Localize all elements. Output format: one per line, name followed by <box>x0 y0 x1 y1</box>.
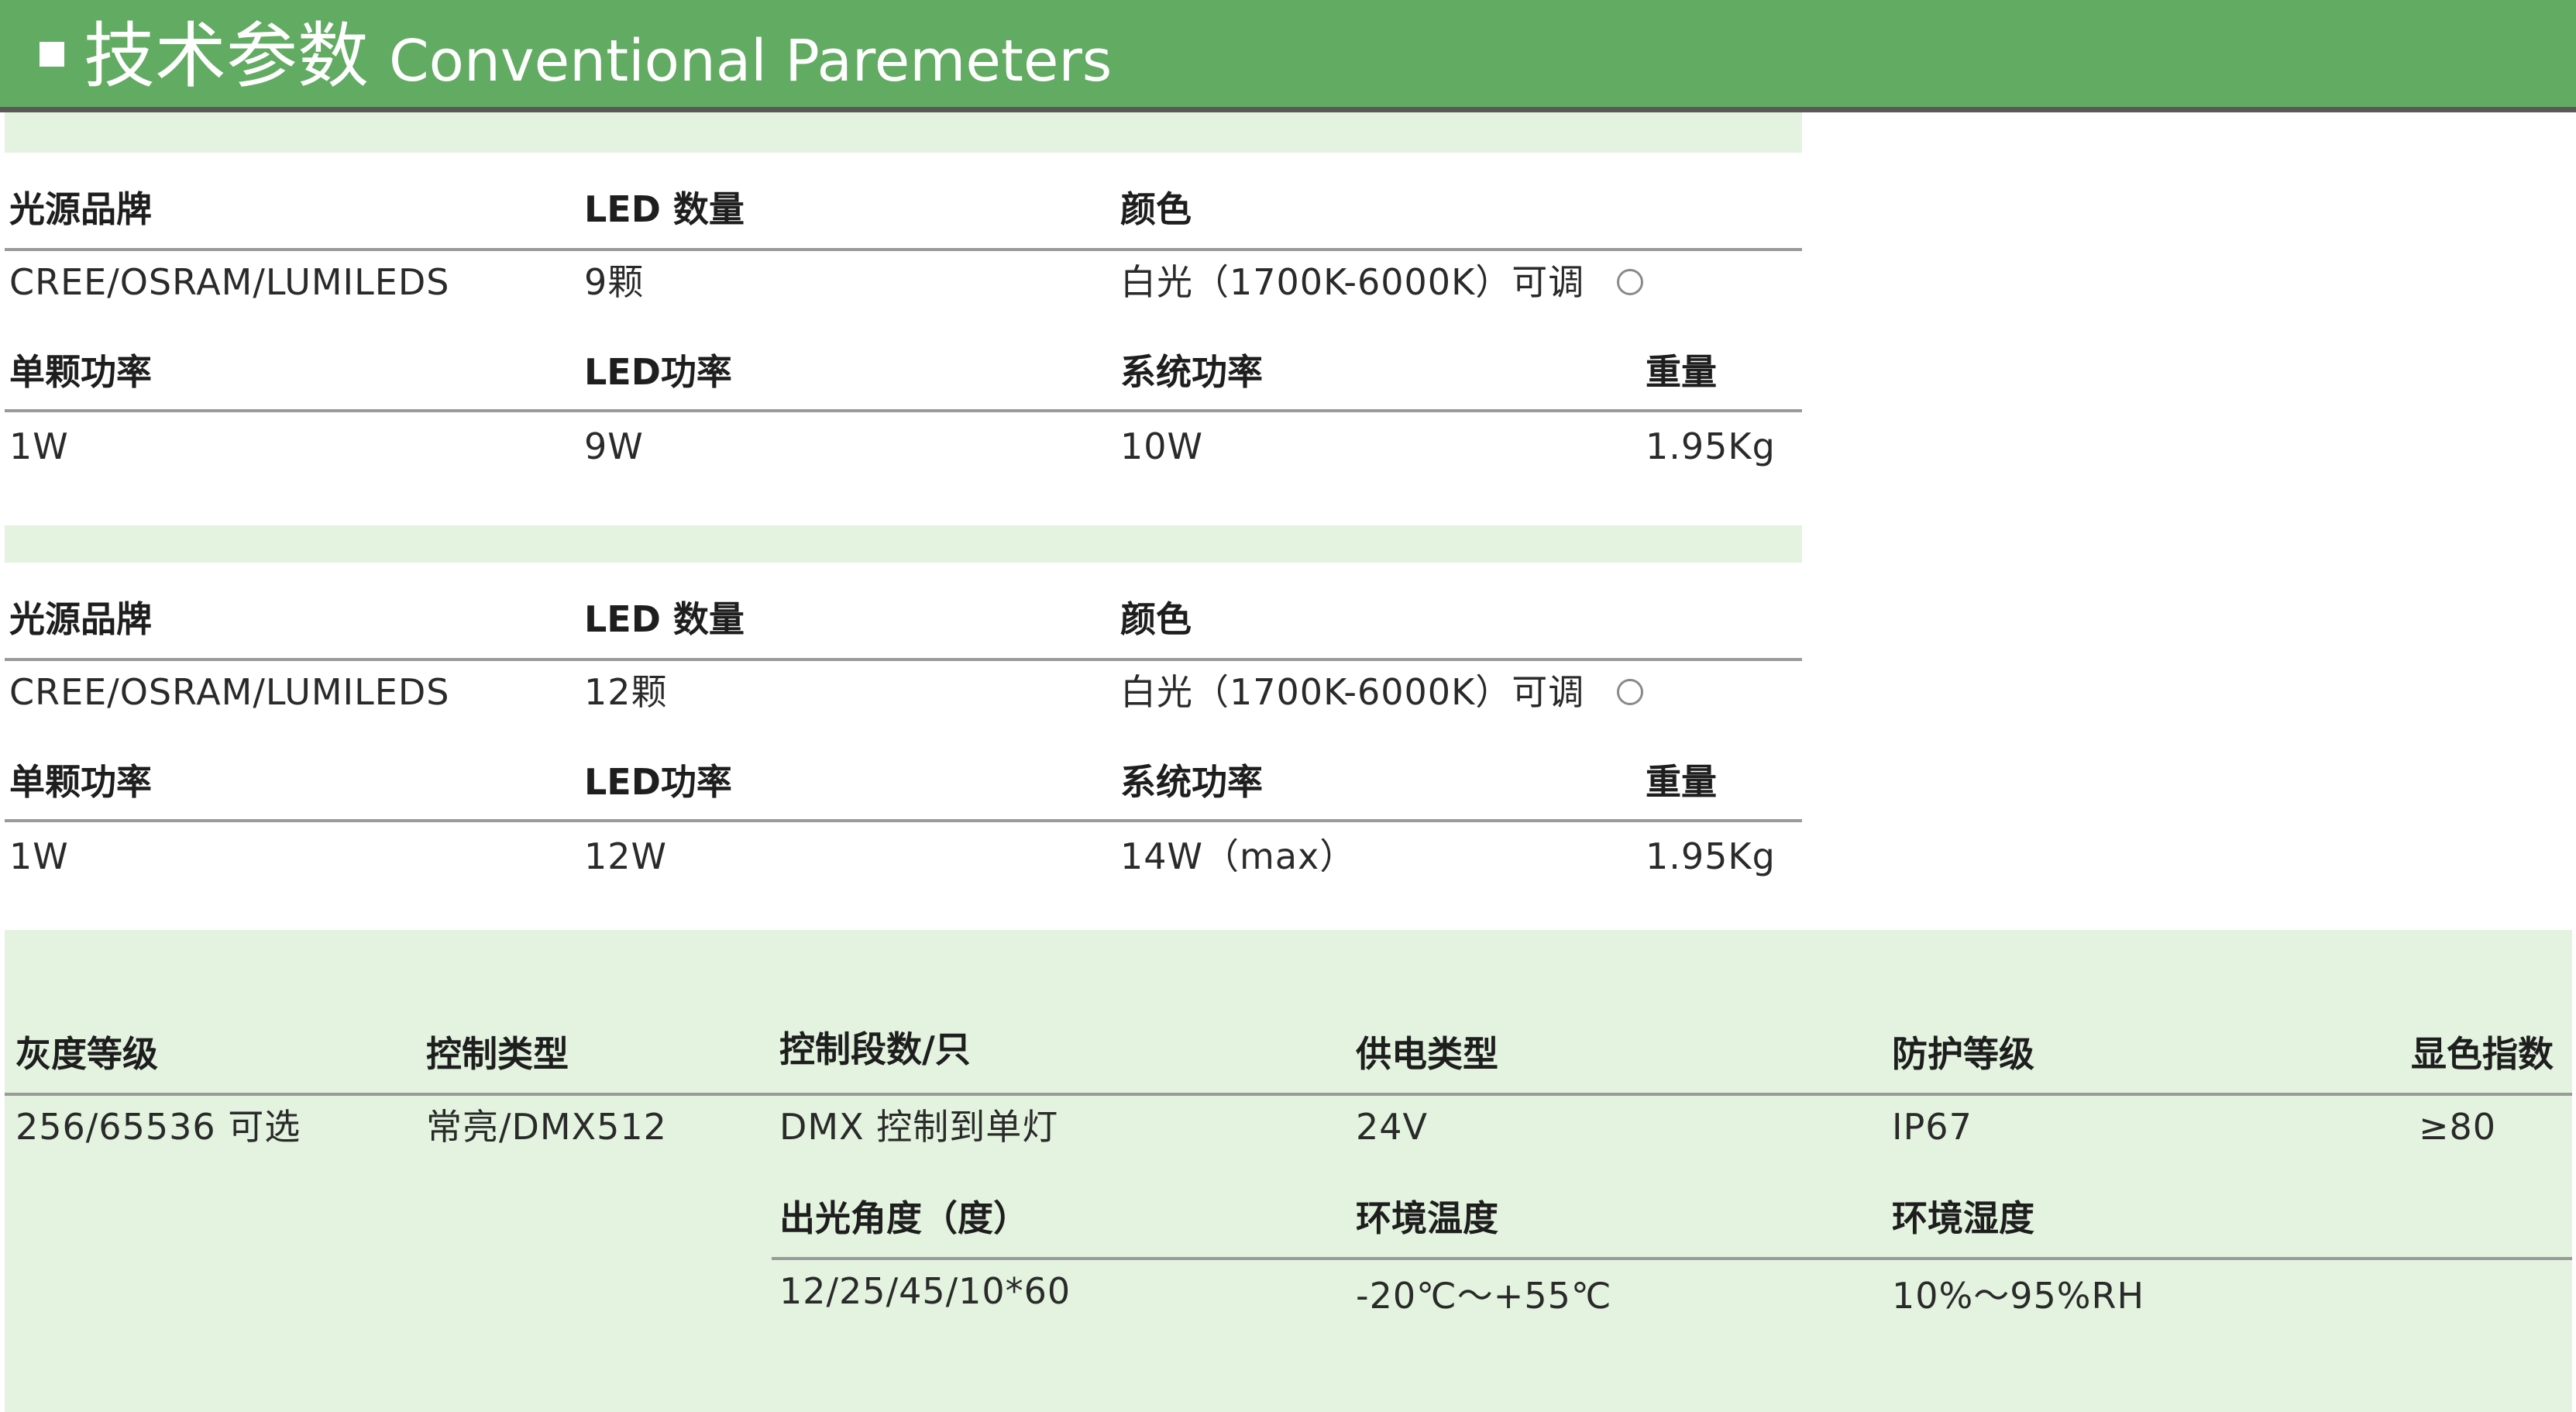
value-system-power: 10W <box>1120 425 1204 467</box>
section-title: 技术参数 Conventional Paremeters <box>84 6 1112 107</box>
band-top <box>5 112 1802 153</box>
value-color: 白光（1700K-6000K）可调 <box>1120 259 1644 305</box>
value-power-supply-type: 24V <box>1356 1106 1429 1148</box>
divider <box>5 658 1802 661</box>
label-color: 颜色 <box>1120 188 1192 230</box>
label-light-source-brand: 光源品牌 <box>9 598 152 640</box>
value-system-power: 14W（max） <box>1120 835 1357 877</box>
label-single-power: 单颗功率 <box>9 351 152 393</box>
label-control-type: 控制类型 <box>426 1033 569 1075</box>
value-led-power: 9W <box>584 425 644 467</box>
label-power-supply-type: 供电类型 <box>1356 1033 1498 1075</box>
value-gray-level: 256/65536 可选 <box>15 1106 301 1148</box>
value-ambient-temperature: -20℃～+55℃ <box>1356 1275 1612 1317</box>
value-light-source-brand: CREE/OSRAM/LUMILEDS <box>9 671 450 713</box>
value-protection-level: IP67 <box>1892 1106 1972 1148</box>
divider <box>5 409 1802 412</box>
section-title-zh: 技术参数 <box>84 15 370 98</box>
label-weight: 重量 <box>1646 761 1717 803</box>
value-single-power: 1W <box>9 425 69 467</box>
label-light-source-brand: 光源品牌 <box>9 188 152 230</box>
section-title-en: Conventional Paremeters <box>389 28 1113 95</box>
value-beam-angle: 12/25/45/10*60 <box>779 1270 1071 1312</box>
value-single-power: 1W <box>9 835 69 877</box>
radio-circle-icon <box>1617 678 1644 705</box>
divider <box>5 1093 2572 1096</box>
label-ambient-humidity: 环境湿度 <box>1892 1197 2034 1239</box>
band-middle <box>5 525 1802 563</box>
label-ambient-temperature: 环境温度 <box>1356 1197 1498 1239</box>
value-color-text: 白光（1700K-6000K）可调 <box>1120 261 1585 303</box>
divider <box>5 248 1802 251</box>
value-color: 白光（1700K-6000K）可调 <box>1120 669 1644 715</box>
value-weight: 1.95Kg <box>1646 425 1776 467</box>
value-color-text: 白光（1700K-6000K）可调 <box>1120 671 1585 713</box>
value-led-quantity: 12颗 <box>584 671 668 713</box>
label-color: 颜色 <box>1120 598 1192 640</box>
value-weight: 1.95Kg <box>1646 835 1776 877</box>
label-beam-angle: 出光角度（度） <box>779 1197 1029 1239</box>
value-led-quantity: 9颗 <box>584 261 645 303</box>
value-cri: ≥80 <box>2419 1106 2497 1148</box>
label-protection-level: 防护等级 <box>1892 1033 2034 1075</box>
bullet-square-icon <box>40 42 64 67</box>
label-system-power: 系统功率 <box>1120 761 1263 803</box>
label-weight: 重量 <box>1646 351 1717 393</box>
band-common <box>5 930 2572 1412</box>
divider <box>5 819 1802 822</box>
label-system-power: 系统功率 <box>1120 351 1263 393</box>
label-led-quantity: LED 数量 <box>584 598 745 640</box>
divider <box>772 1257 2572 1260</box>
label-led-power: LED功率 <box>584 761 732 803</box>
value-led-power: 12W <box>584 835 668 877</box>
value-control-type: 常亮/DMX512 <box>426 1106 667 1148</box>
label-cri: 显色指数 <box>2411 1033 2554 1075</box>
value-control-segments: DMX 控制到单灯 <box>779 1106 1059 1148</box>
label-control-segments: 控制段数/只 <box>779 1028 971 1070</box>
label-led-quantity: LED 数量 <box>584 188 745 230</box>
label-single-power: 单颗功率 <box>9 761 152 803</box>
value-ambient-humidity: 10%～95%RH <box>1892 1275 2145 1317</box>
label-gray-level: 灰度等级 <box>15 1033 158 1075</box>
label-led-power: LED功率 <box>584 351 732 393</box>
value-light-source-brand: CREE/OSRAM/LUMILEDS <box>9 261 450 303</box>
section-header: 技术参数 Conventional Paremeters <box>0 0 2576 112</box>
radio-circle-icon <box>1617 268 1644 295</box>
